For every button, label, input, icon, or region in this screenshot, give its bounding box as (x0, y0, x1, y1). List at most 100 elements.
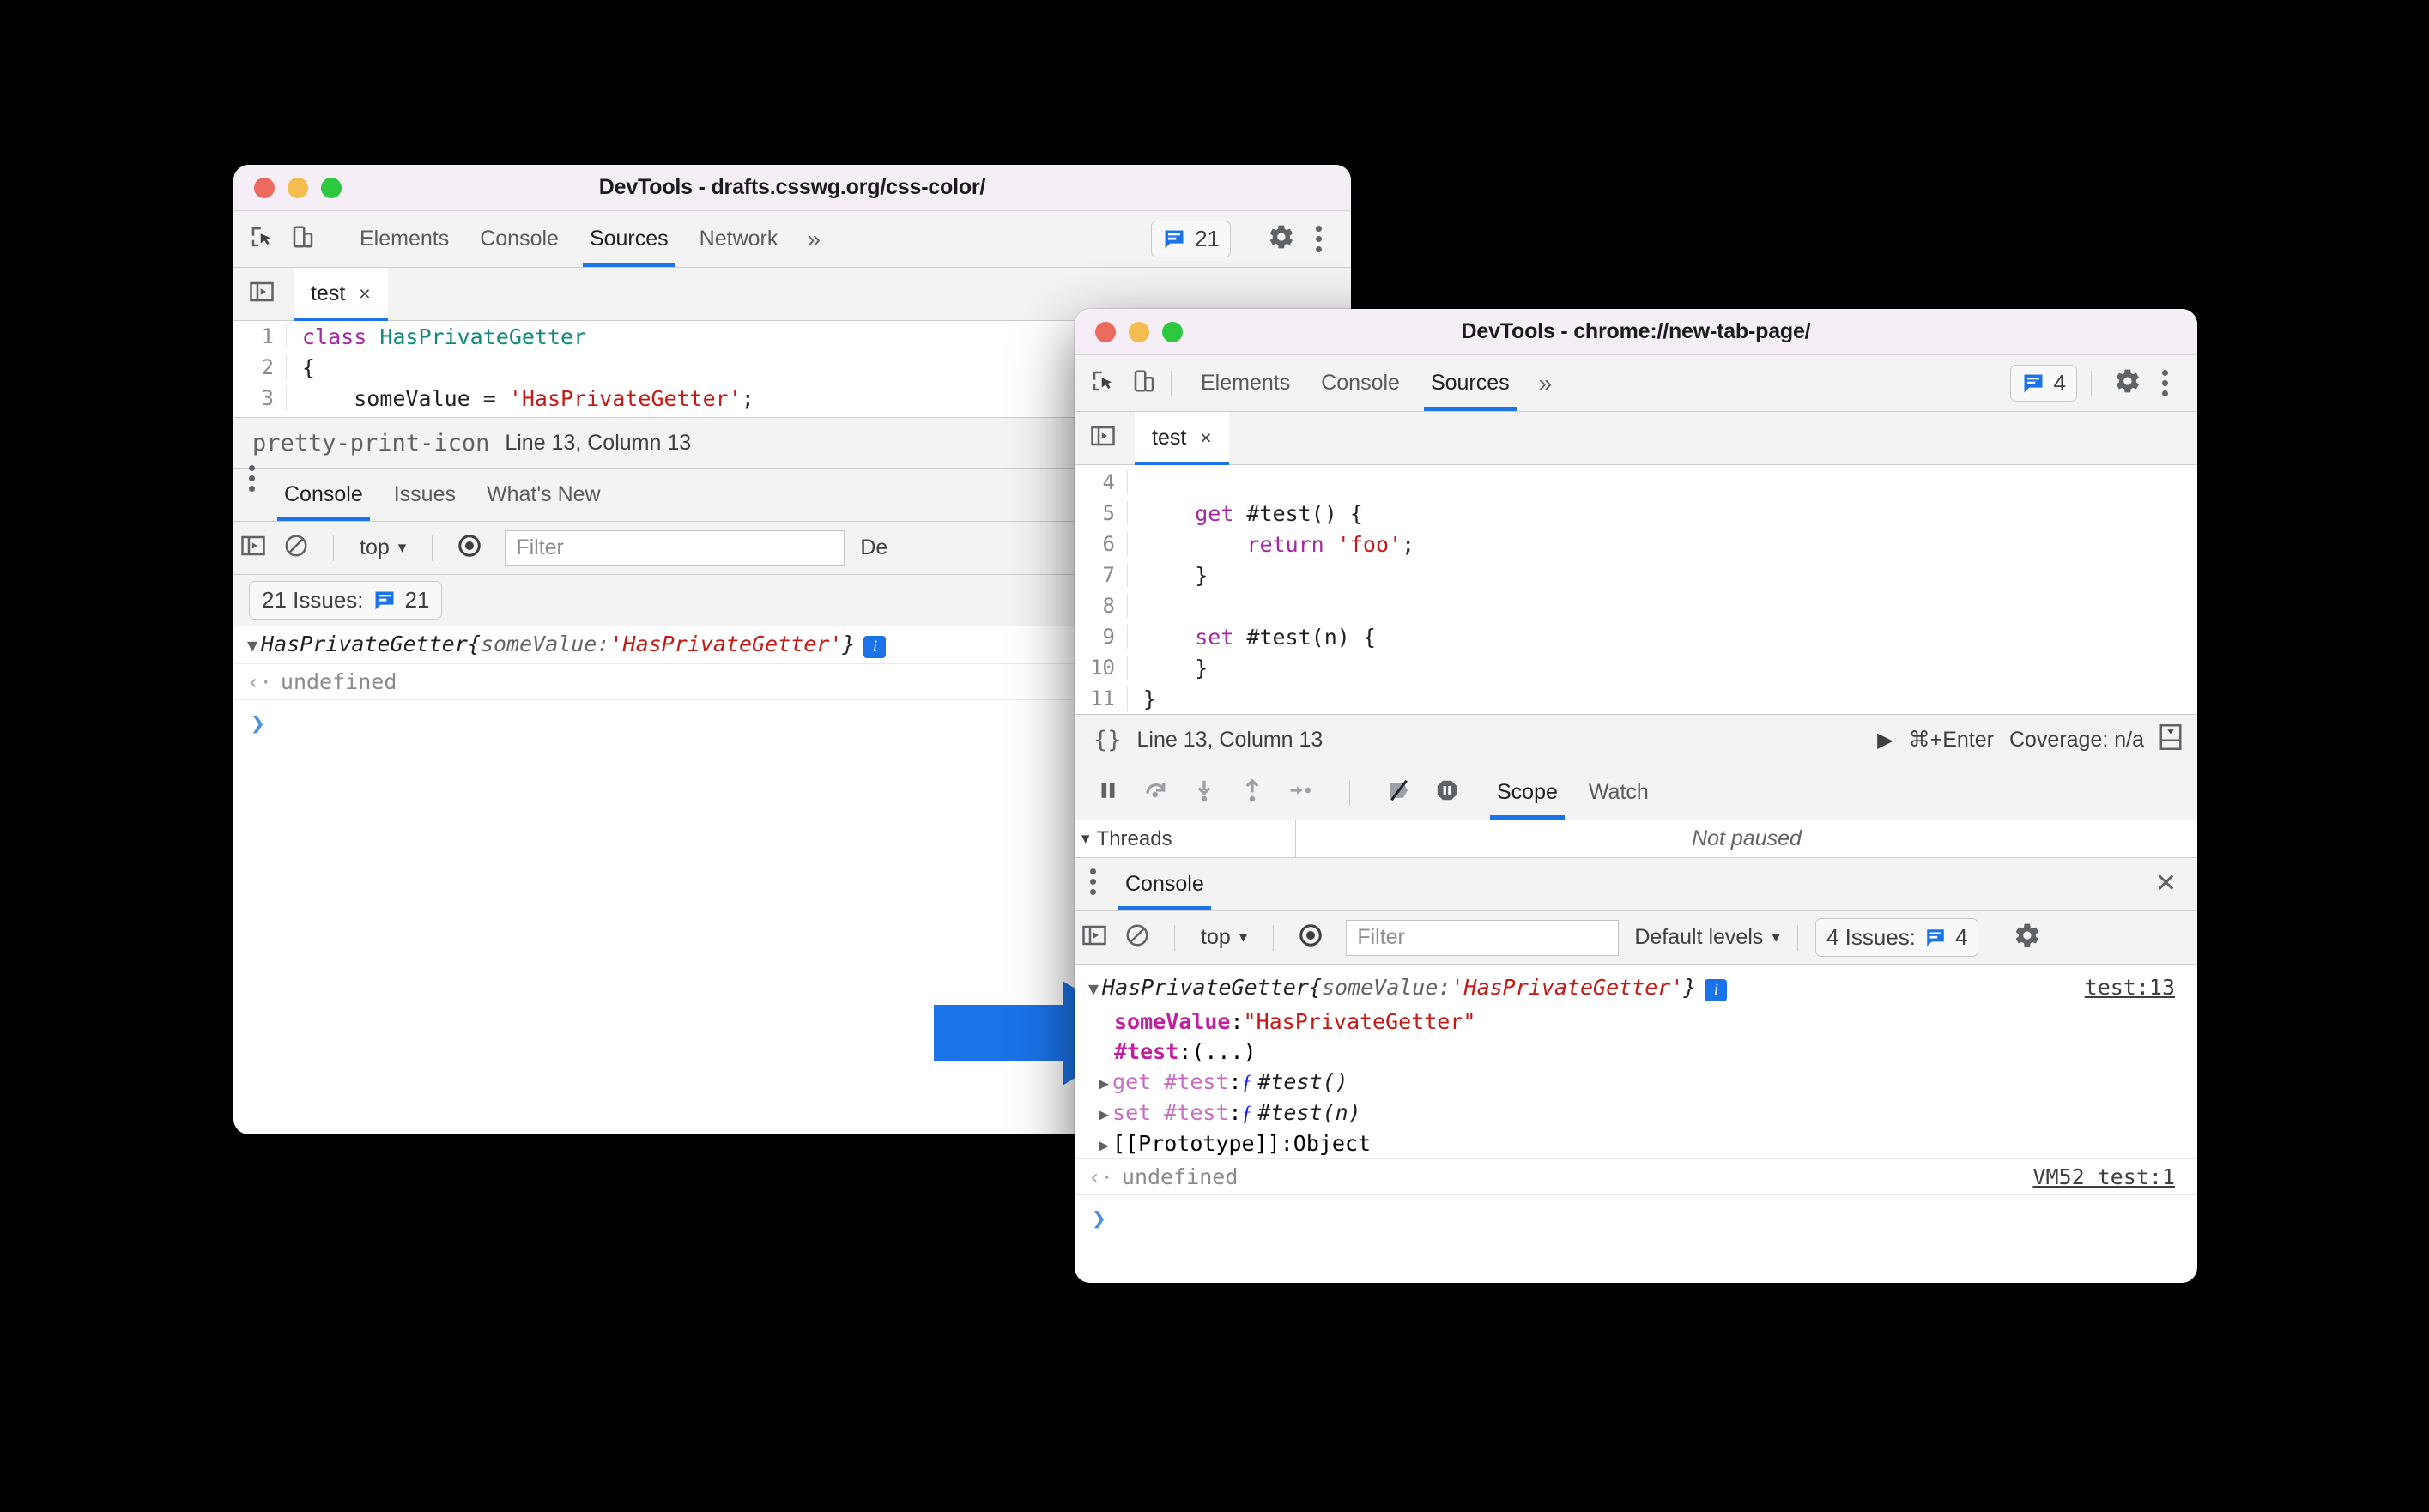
log-levels-selector[interactable]: Default levels ▾ (1634, 925, 1780, 950)
kebab-menu-icon[interactable] (233, 465, 269, 505)
run-snippet-icon[interactable]: ▶ (1877, 728, 1893, 753)
show-navigator-icon[interactable] (249, 279, 275, 309)
console-property-row[interactable]: set #test: ƒ #test(n) (1075, 1098, 2197, 1128)
more-tabs-icon[interactable]: » (793, 226, 834, 253)
gear-icon[interactable] (1268, 223, 1295, 255)
console-sidebar-icon[interactable] (240, 533, 266, 563)
front-panel-tabs[interactable]: Elements Console Sources (1185, 355, 1525, 411)
live-expression-icon[interactable] (1298, 922, 1324, 953)
kebab-menu-icon[interactable] (1304, 226, 1334, 252)
code-line[interactable]: 6 return 'foo'; (1075, 529, 2197, 559)
tab-elements[interactable]: Elements (344, 211, 464, 267)
device-toolbar-icon[interactable] (290, 224, 316, 254)
gear-icon[interactable] (2014, 922, 2056, 953)
code-line[interactable]: 4 (1075, 467, 2197, 498)
close-drawer-icon[interactable]: ✕ (2155, 868, 2197, 910)
more-tabs-icon[interactable]: » (1525, 370, 1566, 397)
result-source-link[interactable]: VM52 test:1 (2032, 1164, 2175, 1189)
tab-sources[interactable]: Sources (1415, 355, 1525, 411)
show-navigator-icon[interactable] (1090, 423, 1116, 453)
front-code-editor[interactable]: 45 get #test() {6 return 'foo'; 7 } 8 9 set… (1075, 465, 2197, 714)
console-property-row[interactable]: #test: (...) (1075, 1037, 2197, 1067)
expand-toggle-icon[interactable] (1099, 1073, 1109, 1093)
pause-on-exceptions-icon[interactable] (1434, 777, 1460, 807)
expand-toggle-icon[interactable] (1099, 1134, 1109, 1155)
execution-context-selector[interactable]: top ▾ (1192, 925, 1256, 950)
step-icon[interactable] (1287, 777, 1313, 807)
expand-toggle-icon[interactable] (247, 635, 257, 656)
pretty-print-icon[interactable]: pretty-print-icon (252, 430, 489, 457)
console-sidebar-icon[interactable] (1081, 922, 1107, 953)
drawer-tab-console[interactable]: Console (269, 468, 379, 521)
issues-banner[interactable]: 21 Issues: 21 (249, 581, 443, 620)
code-line[interactable]: 7 } (1075, 559, 2197, 590)
execution-context-selector[interactable]: top ▾ (351, 535, 415, 560)
step-into-icon[interactable] (1191, 777, 1217, 807)
drawer-tab-issues[interactable]: Issues (379, 468, 471, 521)
code-line[interactable]: 5 get #test() { (1075, 498, 2197, 529)
code-line[interactable]: 10 } (1075, 652, 2197, 683)
front-console-output[interactable]: HasPrivateGetter { someValue : 'HasPriva… (1075, 965, 2197, 1241)
console-property-row[interactable]: get #test: ƒ #test() (1075, 1067, 2197, 1098)
tab-console[interactable]: Console (464, 211, 574, 267)
front-drawer-tabs[interactable]: Console (1110, 857, 1220, 910)
drawer-tab-whats-new[interactable]: What's New (471, 468, 616, 521)
step-over-icon[interactable] (1143, 777, 1169, 807)
code-line[interactable]: 9 set #test(n) { (1075, 621, 2197, 652)
clear-console-icon[interactable] (1124, 922, 1150, 953)
console-filter-input[interactable]: Filter (505, 529, 845, 566)
pause-script-icon[interactable] (1095, 777, 1121, 807)
source-file-tab-test[interactable]: test × (294, 268, 388, 321)
kebab-menu-icon[interactable] (2150, 370, 2180, 396)
back-panel-tabs[interactable]: Elements Console Sources Network (344, 211, 793, 267)
source-file-tab-test[interactable]: test × (1135, 412, 1229, 465)
close-icon[interactable]: × (359, 282, 370, 305)
code-line[interactable]: 8 (1075, 590, 2197, 621)
console-object-line[interactable]: HasPrivateGetter { someValue : 'HasPriva… (1075, 965, 2197, 1007)
inspect-element-icon[interactable] (249, 224, 275, 254)
info-badge-icon[interactable]: i (863, 636, 887, 658)
console-object-properties[interactable]: someValue: "HasPrivateGetter" #test: (...… (1075, 1007, 2197, 1158)
front-traffic-lights[interactable] (1095, 321, 1183, 342)
back-traffic-lights[interactable] (254, 177, 342, 198)
threads-section-header[interactable]: ▾ Threads (1075, 820, 1296, 857)
tab-network[interactable]: Network (684, 211, 794, 267)
step-out-icon[interactable] (1239, 777, 1265, 807)
close-icon[interactable]: × (1200, 426, 1211, 450)
console-filter-input[interactable]: Filter (1346, 919, 1620, 956)
deactivate-breakpoints-icon[interactable] (1386, 777, 1412, 807)
debugger-buttons[interactable] (1075, 765, 1481, 820)
expand-toggle-icon[interactable] (1099, 1104, 1109, 1124)
log-levels-truncated[interactable]: De (860, 535, 887, 560)
tab-elements[interactable]: Elements (1185, 355, 1305, 411)
clear-console-icon[interactable] (283, 533, 309, 563)
show-drawer-icon[interactable] (2159, 723, 2182, 756)
zoom-light[interactable] (321, 177, 342, 198)
issues-badge[interactable]: 21 (1151, 221, 1231, 257)
close-light[interactable] (254, 177, 275, 198)
tab-console[interactable]: Console (1305, 355, 1415, 411)
console-issues-badge[interactable]: 4 Issues: 4 (1814, 918, 1979, 957)
close-light[interactable] (1095, 321, 1116, 342)
drawer-tab-console[interactable]: Console (1110, 857, 1220, 910)
minimize-light[interactable] (1129, 321, 1149, 342)
tab-sources[interactable]: Sources (574, 211, 684, 267)
kebab-menu-icon[interactable] (1075, 868, 1110, 910)
console-property-row[interactable]: someValue: "HasPrivateGetter" (1075, 1007, 2197, 1037)
tab-scope[interactable]: Scope (1481, 765, 1573, 820)
gear-icon[interactable] (2114, 367, 2141, 399)
devtools-window-front[interactable]: DevTools - chrome://new-tab-page/ Elemen… (1075, 309, 2197, 1283)
console-source-link[interactable]: test:13 (2085, 975, 2175, 1000)
code-line[interactable]: 11} (1075, 683, 2197, 714)
issues-badge[interactable]: 4 (2009, 365, 2077, 402)
back-drawer-tabs[interactable]: Console Issues What's New (269, 468, 616, 521)
console-property-row[interactable]: [[Prototype]]: Object (1075, 1128, 2197, 1158)
device-toolbar-icon[interactable] (1131, 368, 1157, 398)
minimize-light[interactable] (288, 177, 308, 198)
live-expression-icon[interactable] (457, 533, 482, 563)
expand-toggle-icon[interactable] (1088, 978, 1099, 999)
debugger-side-tabs[interactable]: Scope Watch (1481, 765, 2197, 820)
zoom-light[interactable] (1162, 321, 1183, 342)
info-badge-icon[interactable]: i (1705, 979, 1728, 1001)
tab-watch[interactable]: Watch (1573, 765, 1664, 820)
